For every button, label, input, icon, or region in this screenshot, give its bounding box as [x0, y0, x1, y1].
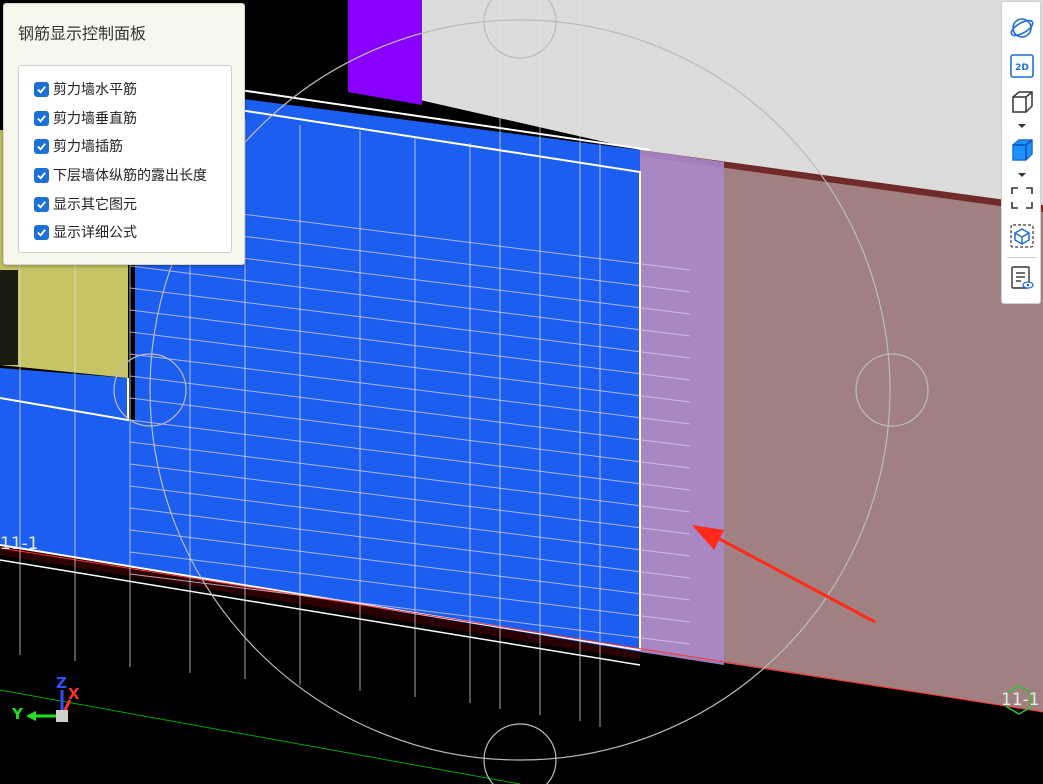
axis-y-label: Y	[12, 705, 23, 723]
chevron-down-icon[interactable]	[1017, 123, 1027, 129]
2d-icon: 2D	[1010, 54, 1034, 78]
select-cube-icon	[1010, 224, 1034, 248]
orbit-handle-bottom[interactable]	[483, 723, 557, 784]
option-show-other-elements[interactable]: 显示其它图元	[34, 194, 137, 214]
checkbox-checked[interactable]	[34, 196, 49, 212]
option-wall-dowel-rebar[interactable]: 剪力墙插筋	[34, 136, 123, 156]
purple-column	[348, 0, 422, 105]
orbit-icon	[1010, 18, 1034, 38]
panel-options-box: 剪力墙水平筋 剪力墙垂直筋 剪力墙插筋 下层墙体纵筋的露出长度 显示其它图元 显…	[18, 65, 232, 253]
checkbox-checked[interactable]	[34, 81, 49, 97]
option-label: 显示其它图元	[53, 197, 137, 213]
option-label: 下层墙体纵筋的露出长度	[53, 168, 207, 184]
cube-outline-icon	[1012, 91, 1033, 113]
toolbar-separator	[1007, 257, 1037, 258]
rebar-report-button[interactable]	[1008, 264, 1036, 292]
lavender-column	[640, 150, 724, 665]
axis-x-label: X	[68, 685, 80, 703]
axis-origin	[56, 710, 68, 722]
2d-icon-text: 2D	[1015, 63, 1029, 73]
orbit-view-button[interactable]	[1008, 14, 1036, 42]
report-view-icon	[1011, 266, 1034, 289]
solid-cube-button[interactable]	[1008, 136, 1036, 164]
green-axis-line	[0, 689, 521, 784]
wireframe-cube-button[interactable]	[1008, 88, 1036, 116]
checkbox-checked[interactable]	[34, 224, 49, 240]
option-label: 剪力墙插筋	[53, 139, 123, 155]
option-label: 剪力墙水平筋	[53, 82, 137, 98]
option-lower-wall-exposed-length[interactable]: 下层墙体纵筋的露出长度	[34, 165, 207, 185]
chevron-down-icon[interactable]	[1017, 172, 1027, 178]
checkbox-checked[interactable]	[34, 167, 49, 183]
view-toolbar: 2D	[1001, 1, 1041, 304]
axis-z-label: Z	[56, 674, 67, 692]
yellow-wall-dark	[0, 270, 18, 365]
rebar-display-control-panel: 钢筋显示控制面板 剪力墙水平筋 剪力墙垂直筋 剪力墙插筋 下层墙体纵筋的露出长度…	[3, 3, 245, 265]
checkbox-checked[interactable]	[34, 110, 49, 126]
option-wall-vertical-rebar[interactable]: 剪力墙垂直筋	[34, 108, 137, 128]
option-wall-horizontal-rebar[interactable]: 剪力墙水平筋	[34, 79, 137, 99]
option-show-detailed-formula[interactable]: 显示详细公式	[34, 222, 137, 242]
option-label: 剪力墙垂直筋	[53, 111, 137, 127]
2d-view-button[interactable]: 2D	[1008, 52, 1036, 80]
option-label: 显示详细公式	[53, 225, 137, 241]
select-view-button[interactable]	[1008, 222, 1036, 250]
cube-solid-icon	[1012, 139, 1033, 161]
panel-title: 钢筋显示控制面板	[18, 24, 147, 43]
axis-y-head	[26, 711, 36, 721]
fit-view-button[interactable]	[1008, 184, 1036, 212]
grid-label-left: 11-1	[0, 534, 39, 554]
checkbox-checked[interactable]	[34, 138, 49, 154]
grid-label-right: 11-1	[1001, 690, 1040, 710]
fit-view-icon	[1011, 187, 1033, 209]
